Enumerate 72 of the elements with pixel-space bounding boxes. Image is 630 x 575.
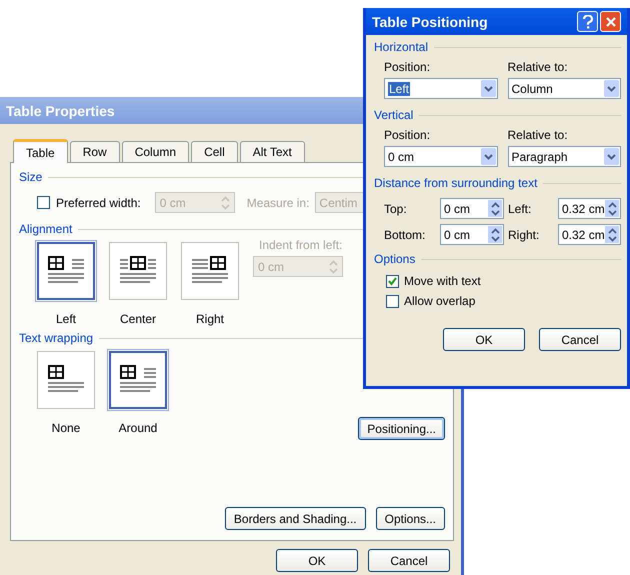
table-layout-icon bbox=[48, 256, 84, 286]
window-title: Table Positioning bbox=[372, 14, 488, 30]
position-dropdown[interactable]: Left bbox=[384, 78, 498, 99]
alignment-option[interactable] bbox=[181, 242, 239, 300]
chevron-down-icon bbox=[484, 154, 492, 160]
alignment-option[interactable] bbox=[37, 242, 95, 300]
help-button[interactable] bbox=[577, 11, 598, 32]
distance-spinner[interactable]: 0.32 cm bbox=[558, 198, 621, 219]
group-heading: Alignment bbox=[19, 222, 72, 236]
close-button[interactable] bbox=[600, 11, 621, 32]
option-label: Around bbox=[118, 421, 158, 435]
group-heading: Size bbox=[19, 170, 42, 184]
option-label: None bbox=[52, 421, 80, 435]
group-heading: Options bbox=[374, 252, 416, 266]
table-layout-icon bbox=[192, 256, 228, 286]
option-label: Left bbox=[56, 312, 76, 326]
group-heading: Horizontal bbox=[374, 40, 428, 54]
close-icon bbox=[604, 16, 616, 28]
spin-arrows-icon bbox=[608, 202, 616, 216]
options-button[interactable]: Options... bbox=[376, 507, 445, 530]
window-title: Table Properties bbox=[6, 102, 115, 118]
table-layout-icon bbox=[48, 365, 84, 395]
dialog-button[interactable]: OK bbox=[276, 549, 358, 572]
tab[interactable]: Table bbox=[13, 139, 68, 163]
group-heading: Vertical bbox=[374, 108, 414, 122]
chevron-down-icon bbox=[484, 86, 492, 92]
field-label: Position: bbox=[384, 60, 432, 74]
dialog-button[interactable]: Cancel bbox=[368, 549, 450, 572]
group-heading: Text wrapping bbox=[19, 331, 94, 345]
wrapping-option[interactable] bbox=[109, 351, 167, 409]
distance-spinner[interactable]: 0 cm bbox=[440, 224, 504, 245]
chevron-down-icon bbox=[607, 86, 616, 92]
distance-spinner[interactable]: 0 cm bbox=[440, 198, 504, 219]
spin-arrows-icon bbox=[490, 202, 500, 216]
dialog-button[interactable]: OK bbox=[443, 328, 525, 351]
checkbox[interactable] bbox=[386, 294, 399, 308]
field-label: Relative to: bbox=[508, 60, 569, 74]
tab[interactable]: Cell bbox=[191, 141, 238, 162]
checkbox-label: Preferred width: bbox=[56, 196, 141, 210]
position-dropdown[interactable]: 0 cm bbox=[384, 146, 498, 167]
field-label: Measure in: bbox=[246, 196, 310, 210]
alignment-option[interactable] bbox=[109, 242, 167, 300]
checkbox-label: Move with text bbox=[404, 274, 481, 288]
spin-arrows-icon bbox=[490, 228, 500, 242]
field-label: Relative to: bbox=[508, 128, 569, 142]
table-layout-icon bbox=[120, 256, 156, 286]
field-label: Position: bbox=[384, 128, 432, 142]
wrapping-option[interactable] bbox=[37, 351, 95, 409]
field-label: Left: bbox=[508, 202, 532, 216]
spin-arrows-icon bbox=[220, 196, 230, 210]
distance-spinner[interactable]: 0.32 cm bbox=[558, 224, 621, 245]
tab[interactable]: Column bbox=[122, 141, 190, 162]
checkbox-label: Allow overlap bbox=[404, 294, 476, 308]
borders-button[interactable]: Borders and Shading... bbox=[224, 507, 366, 530]
tab[interactable]: Row bbox=[70, 141, 120, 162]
table-layout-icon bbox=[120, 365, 156, 395]
help-icon bbox=[582, 14, 594, 28]
relative-dropdown[interactable]: Paragraph bbox=[508, 146, 621, 167]
relative-dropdown[interactable]: Column bbox=[508, 78, 621, 99]
positioning-button[interactable]: Positioning... bbox=[358, 417, 445, 440]
dialog-button[interactable]: Cancel bbox=[539, 328, 621, 351]
field-label: Indent from left: bbox=[259, 238, 343, 252]
tab[interactable]: Alt Text bbox=[240, 141, 305, 162]
group-heading: Distance from surrounding text bbox=[374, 176, 538, 190]
field-label: Right: bbox=[508, 228, 540, 242]
option-label: Center bbox=[120, 312, 156, 326]
checkbox[interactable] bbox=[386, 274, 399, 288]
chevron-down-icon bbox=[607, 154, 616, 160]
field-label: Bottom: bbox=[384, 228, 426, 242]
option-label: Right bbox=[196, 312, 224, 326]
spin-arrows-icon bbox=[608, 228, 616, 242]
spin-arrows-icon bbox=[329, 260, 338, 274]
